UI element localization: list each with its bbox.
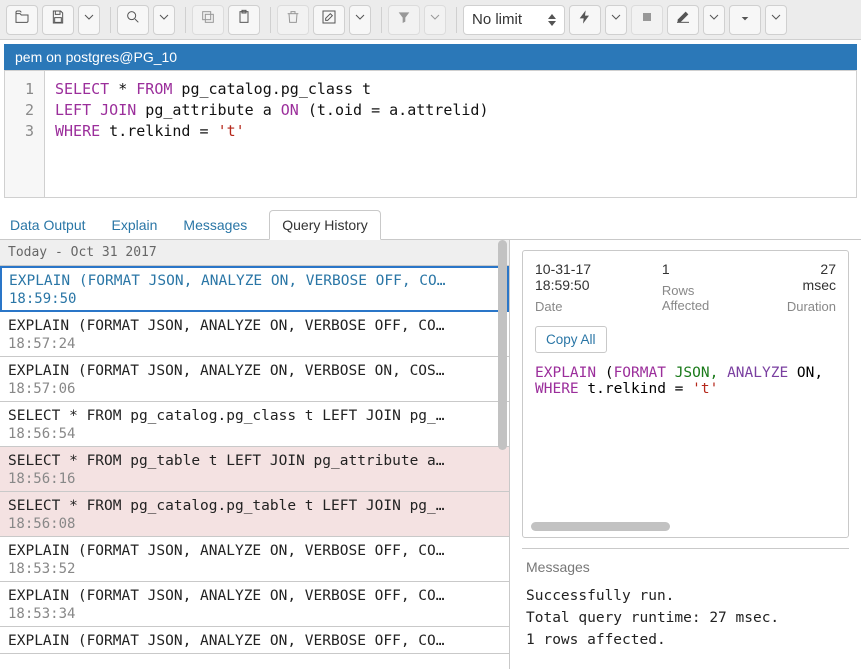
history-item-query: SELECT * FROM pg_table t LEFT JOIN pg_at… [8,453,445,469]
stat-rows: 1 Rows Affected [662,261,735,314]
pencil-square-icon [321,9,337,30]
stat-date: 10-31-17 18:59:50 Date [535,261,636,314]
lower-panels: Today - Oct 31 2017 EXPLAIN (FORMAT JSON… [0,240,861,669]
detail-body: 10-31-17 18:59:50 Date 1 Rows Affected 2… [522,250,849,538]
open-file-button[interactable] [6,5,38,35]
execute-dropdown[interactable] [605,5,627,35]
save-dropdown[interactable] [78,5,100,35]
toolbar: No limit [0,0,861,40]
history-item-timestamp: 18:56:08 [8,516,501,532]
history-item-timestamp: 18:53:34 [8,606,501,622]
connection-label: pem on postgres@PG_10 [15,49,177,65]
copy-icon [200,9,216,30]
edit-button[interactable] [313,5,345,35]
row-limit-label: No limit [472,11,522,28]
download-button[interactable] [729,5,761,35]
history-scroll-thumb[interactable] [498,240,507,450]
save-icon [50,9,66,30]
download-icon [737,9,753,30]
detail-hscrollbar[interactable] [531,522,840,531]
sql-editor[interactable]: 1 2 3 SELECT * FROM pg_catalog.pg_class … [4,70,857,198]
history-item-query: EXPLAIN (FORMAT JSON, ANALYZE ON, VERBOS… [9,273,446,289]
messages-panel: Messages Successfully run. Total query r… [522,548,849,651]
history-item-query: EXPLAIN (FORMAT JSON, ANALYZE ON, VERBOS… [8,543,445,559]
detail-panel: 10-31-17 18:59:50 Date 1 Rows Affected 2… [510,240,861,669]
bolt-icon [577,9,593,30]
paste-button[interactable] [228,5,260,35]
detail-sql: EXPLAIN (FORMAT JSON, ANALYZE ON,WHERE t… [535,365,836,397]
history-item[interactable]: EXPLAIN (FORMAT JSON, ANALYZE ON, VERBOS… [0,582,509,627]
stat-duration: 27 msec Duration [787,261,836,314]
folder-open-icon [14,9,30,30]
caret-down-icon [608,9,624,30]
filter-button[interactable] [388,5,420,35]
history-item-query: EXPLAIN (FORMAT JSON, ANALYZE ON, VERBOS… [8,633,445,649]
row-limit-select[interactable]: No limit [463,5,565,35]
edit-dropdown[interactable] [349,5,371,35]
output-tabs: Data Output Explain Messages Query Histo… [0,208,861,240]
history-item[interactable]: EXPLAIN (FORMAT JSON, ANALYZE ON, VERBOS… [0,537,509,582]
history-item[interactable]: EXPLAIN (FORMAT JSON, ANALYZE ON, VERBOS… [0,312,509,357]
history-item-timestamp: 18:57:06 [8,381,501,397]
search-icon [125,9,141,30]
caret-down-icon [706,9,722,30]
tab-data-output[interactable]: Data Output [6,211,90,239]
history-item-query: EXPLAIN (FORMAT JSON, ANALYZE ON, VERBOS… [8,363,445,379]
history-list[interactable]: EXPLAIN (FORMAT JSON, ANALYZE ON, VERBOS… [0,266,509,669]
messages-body: Successfully run. Total query runtime: 2… [526,585,845,651]
detail-hscroll-thumb[interactable] [531,522,670,531]
history-scrollbar[interactable] [498,240,507,669]
history-item-timestamp: 18:57:24 [8,336,501,352]
caret-down-icon [81,9,97,30]
history-date-header: Today - Oct 31 2017 [0,240,509,266]
caret-down-icon [352,9,368,30]
eraser-icon [675,9,691,30]
history-item-timestamp: 18:53:52 [8,561,501,577]
history-panel: Today - Oct 31 2017 EXPLAIN (FORMAT JSON… [0,240,510,669]
caret-down-icon [768,9,784,30]
trash-icon [285,9,301,30]
history-item-query: SELECT * FROM pg_catalog.pg_class t LEFT… [8,408,445,424]
download-dropdown[interactable] [765,5,787,35]
clear-dropdown[interactable] [703,5,725,35]
detail-stats: 10-31-17 18:59:50 Date 1 Rows Affected 2… [535,261,836,314]
find-dropdown[interactable] [153,5,175,35]
stop-icon [639,9,655,30]
execute-button[interactable] [569,5,601,35]
clear-button[interactable] [667,5,699,35]
tab-messages[interactable]: Messages [179,211,251,239]
delete-button[interactable] [277,5,309,35]
save-button[interactable] [42,5,74,35]
history-item[interactable]: EXPLAIN (FORMAT JSON, ANALYZE ON, VERBOS… [0,266,509,312]
tab-explain[interactable]: Explain [108,211,162,239]
paste-icon [236,9,252,30]
copy-button[interactable] [192,5,224,35]
history-item-timestamp: 18:56:16 [8,471,501,487]
messages-title: Messages [526,559,845,575]
copy-all-button[interactable]: Copy All [535,326,607,353]
history-item[interactable]: SELECT * FROM pg_catalog.pg_table t LEFT… [0,492,509,537]
history-item-query: EXPLAIN (FORMAT JSON, ANALYZE ON, VERBOS… [8,588,445,604]
stepper-icon [548,14,556,26]
history-item-query: SELECT * FROM pg_catalog.pg_table t LEFT… [8,498,445,514]
history-item-timestamp: 18:59:50 [9,291,500,307]
find-button[interactable] [117,5,149,35]
history-item[interactable]: EXPLAIN (FORMAT JSON, ANALYZE ON, VERBOS… [0,357,509,402]
history-item-query: EXPLAIN (FORMAT JSON, ANALYZE ON, VERBOS… [8,318,445,334]
caret-down-icon [427,9,443,30]
history-item-timestamp: 18:56:54 [8,426,501,442]
history-item[interactable]: SELECT * FROM pg_table t LEFT JOIN pg_at… [0,447,509,492]
history-item[interactable]: SELECT * FROM pg_catalog.pg_class t LEFT… [0,402,509,447]
filter-icon [396,9,412,30]
stop-button[interactable] [631,5,663,35]
editor-gutter: 1 2 3 [5,71,45,197]
history-item[interactable]: EXPLAIN (FORMAT JSON, ANALYZE ON, VERBOS… [0,627,509,654]
caret-down-icon [156,9,172,30]
tab-query-history[interactable]: Query History [269,210,381,240]
filter-dropdown[interactable] [424,5,446,35]
editor-code[interactable]: SELECT * FROM pg_catalog.pg_class tLEFT … [45,71,499,197]
connection-bar[interactable]: pem on postgres@PG_10 [4,44,857,70]
